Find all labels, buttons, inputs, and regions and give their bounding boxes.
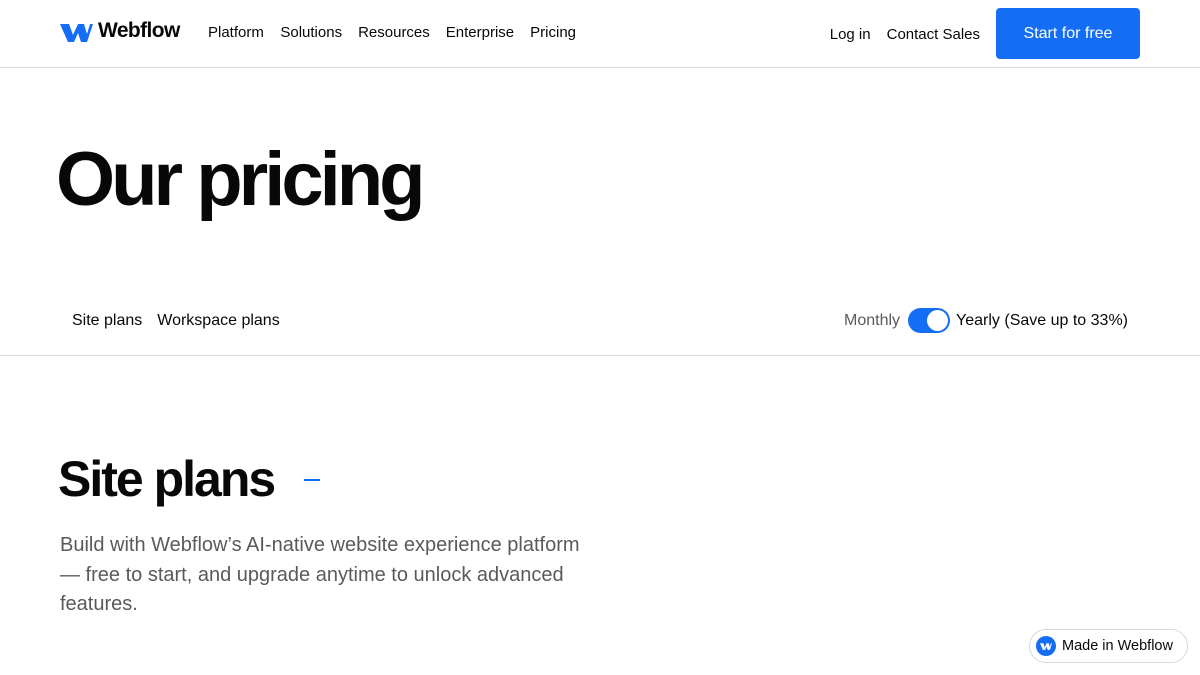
webflow-badge-icon xyxy=(1036,636,1056,656)
top-nav: Webflow Platform Solutions Resources Ent… xyxy=(0,0,1200,68)
section-accent-dash xyxy=(304,479,320,481)
nav-platform[interactable]: Platform xyxy=(208,24,264,41)
made-in-webflow-badge[interactable]: Made in Webflow xyxy=(1029,629,1188,663)
logo-wordmark: Webflow xyxy=(98,19,180,42)
toggle-knob xyxy=(927,310,949,331)
billing-yearly-label[interactable]: Yearly (Save up to 33%) xyxy=(956,312,1128,330)
start-free-button[interactable]: Start for free xyxy=(996,8,1140,59)
tab-workspace-plans[interactable]: Workspace plans xyxy=(157,312,279,330)
billing-period-switch: Monthly Yearly (Save up to 33%) xyxy=(844,308,1128,333)
webflow-logo-icon xyxy=(60,23,93,42)
login-link[interactable]: Log in xyxy=(830,26,871,43)
billing-toggle[interactable] xyxy=(908,308,951,333)
nav-actions: Log in Contact Sales Start for free xyxy=(830,8,1140,59)
billing-monthly-label[interactable]: Monthly xyxy=(844,312,900,330)
page-title: Our pricing xyxy=(56,137,426,222)
section-divider xyxy=(0,355,1200,356)
page: Webflow Platform Solutions Resources Ent… xyxy=(0,0,1200,675)
nav-resources[interactable]: Resources xyxy=(358,24,430,41)
section-title: Site plans xyxy=(58,451,276,507)
contact-sales-link[interactable]: Contact Sales xyxy=(887,26,980,43)
tab-site-plans[interactable]: Site plans xyxy=(72,312,142,330)
badge-label: Made in Webflow xyxy=(1062,638,1173,654)
webflow-logo[interactable]: Webflow xyxy=(60,19,180,43)
nav-solutions[interactable]: Solutions xyxy=(280,24,342,41)
plan-tabs: Site plans Workspace plans xyxy=(72,312,280,330)
nav-enterprise[interactable]: Enterprise xyxy=(446,24,514,41)
main-nav: Platform Solutions Resources Enterprise … xyxy=(208,24,593,41)
section-description: Build with Webflow’s AI-native website e… xyxy=(60,534,580,615)
nav-pricing[interactable]: Pricing xyxy=(530,24,576,41)
